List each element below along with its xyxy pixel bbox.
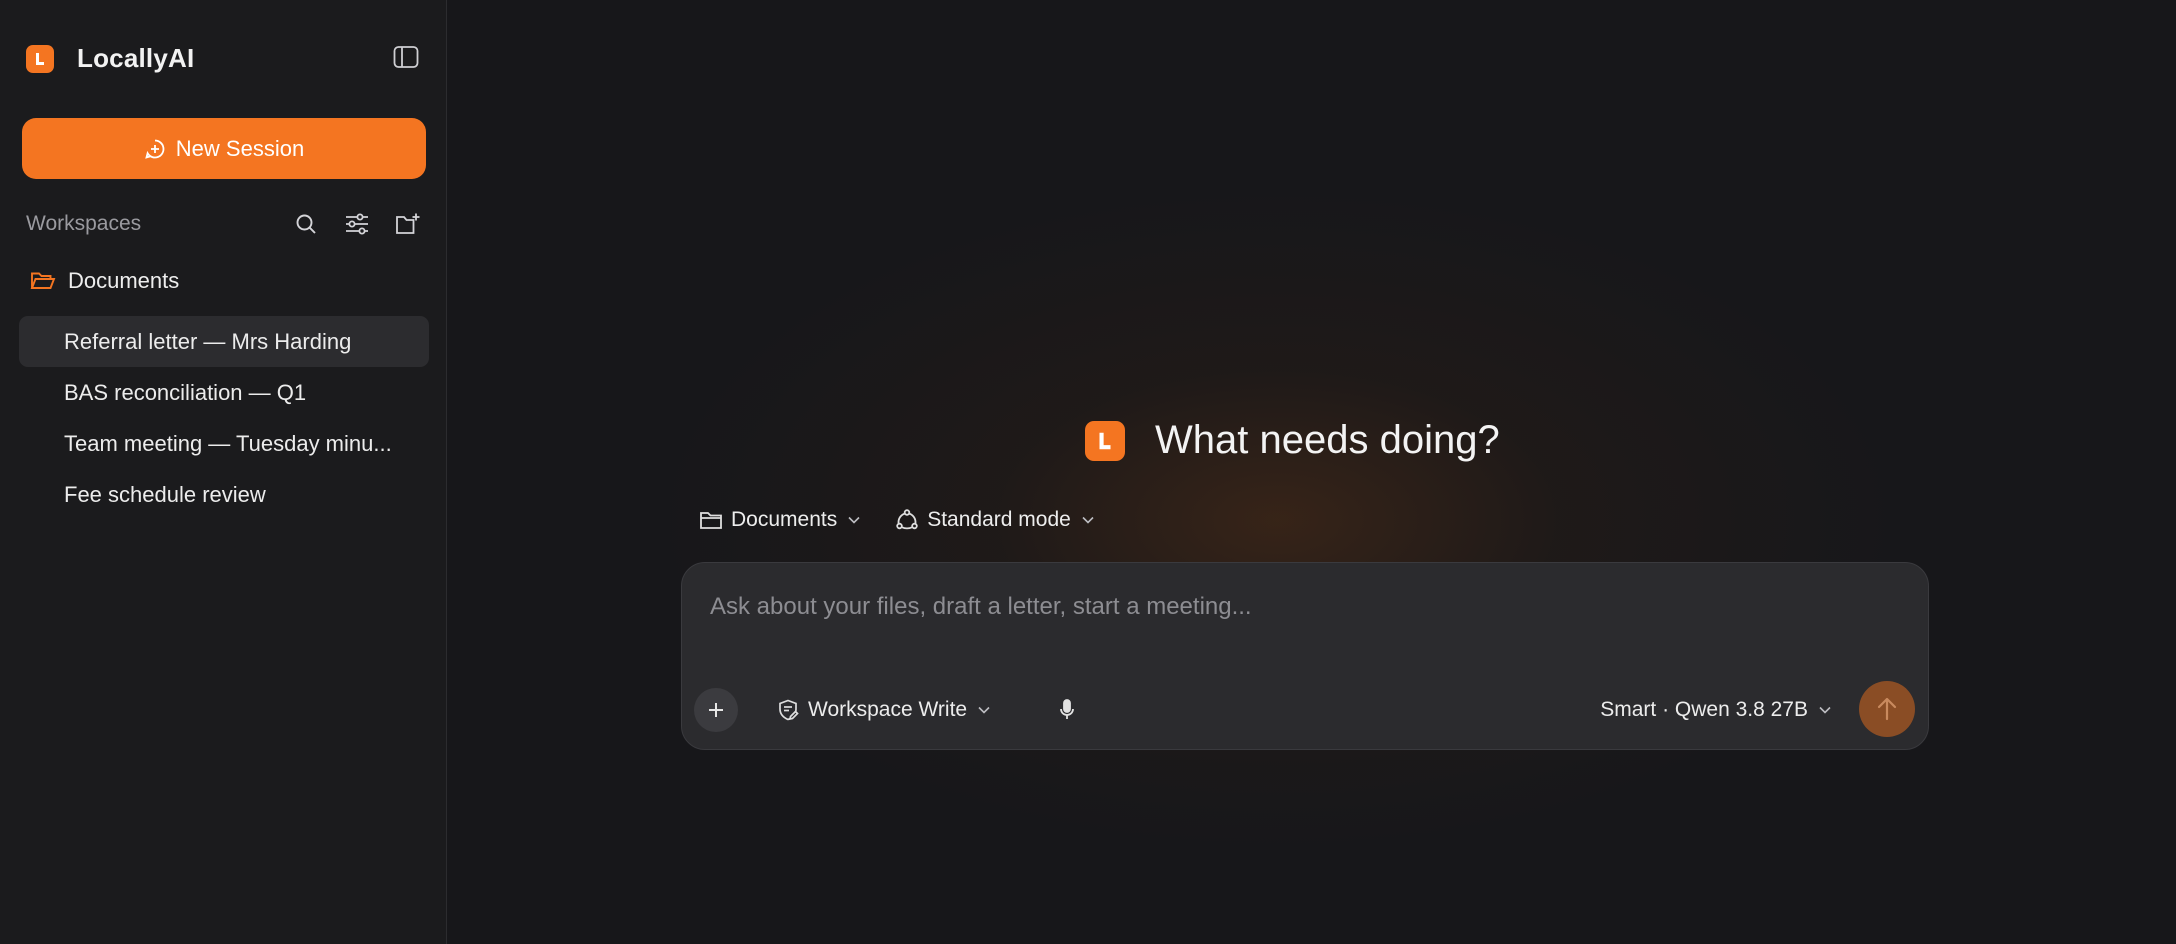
model-dropdown[interactable]: Smart · Qwen 3.8 27B bbox=[1600, 693, 1832, 727]
app-window: LocallyAI New Session Workspaces Documen… bbox=[0, 0, 2176, 944]
page-title: What needs doing? bbox=[1155, 418, 1500, 462]
brand: LocallyAI bbox=[26, 43, 194, 74]
app-logo-icon bbox=[1085, 420, 1125, 461]
permission-dropdown[interactable]: Workspace Write bbox=[776, 693, 991, 727]
chevron-down-icon bbox=[1082, 516, 1094, 524]
new-chat-icon bbox=[145, 139, 165, 159]
mode-cycle-icon bbox=[896, 509, 918, 530]
chevron-down-icon bbox=[848, 516, 860, 524]
search-icon[interactable] bbox=[288, 206, 324, 242]
permission-label: Workspace Write bbox=[808, 698, 968, 721]
session-item[interactable]: Fee schedule review bbox=[19, 469, 429, 520]
folder-icon bbox=[700, 512, 722, 529]
send-button[interactable] bbox=[1859, 681, 1915, 737]
model-label: Smart · Qwen 3.8 27B bbox=[1600, 698, 1808, 721]
arrow-up-icon bbox=[1877, 697, 1897, 721]
context-selectors: Documents Standard mode bbox=[699, 508, 1129, 532]
sidebar-toggle-icon[interactable] bbox=[392, 43, 420, 71]
sidebar: LocallyAI New Session Workspaces Documen… bbox=[0, 0, 447, 944]
session-list: Referral letter — Mrs Harding BAS reconc… bbox=[19, 316, 429, 520]
prompt-composer: Workspace Write Smart · Qwen 3.8 27B bbox=[681, 562, 1929, 750]
workspaces-label: Workspaces bbox=[26, 212, 142, 235]
new-folder-icon[interactable] bbox=[390, 206, 426, 242]
workspaces-header: Workspaces bbox=[26, 206, 426, 242]
chevron-down-icon bbox=[978, 706, 990, 714]
new-session-label: New Session bbox=[175, 135, 305, 161]
chevron-down-icon bbox=[1819, 706, 1831, 714]
workspace-dropdown-label: Documents bbox=[731, 508, 838, 531]
folder-open-icon bbox=[30, 272, 56, 289]
folder-label: Documents bbox=[68, 268, 180, 293]
microphone-icon[interactable] bbox=[1052, 695, 1082, 725]
prompt-input[interactable] bbox=[708, 589, 1898, 625]
new-session-button[interactable]: New Session bbox=[22, 118, 426, 179]
mode-dropdown[interactable]: Standard mode bbox=[895, 508, 1095, 532]
workspace-folder-documents[interactable]: Documents bbox=[30, 268, 179, 294]
session-item[interactable]: Team meeting — Tuesday minu... bbox=[19, 418, 429, 469]
filter-sliders-icon[interactable] bbox=[339, 206, 375, 242]
main-area: What needs doing? Documents Standard mod… bbox=[447, 0, 2176, 944]
hero: What needs doing? bbox=[1085, 418, 1500, 463]
shield-edit-icon bbox=[779, 699, 799, 721]
plus-icon bbox=[709, 703, 723, 717]
mode-dropdown-label: Standard mode bbox=[927, 508, 1071, 531]
session-item[interactable]: Referral letter — Mrs Harding bbox=[19, 316, 429, 367]
app-name: LocallyAI bbox=[77, 43, 195, 73]
app-logo-icon bbox=[26, 44, 54, 73]
workspace-dropdown[interactable]: Documents bbox=[699, 508, 861, 532]
session-item[interactable]: BAS reconciliation — Q1 bbox=[19, 367, 429, 418]
attach-button[interactable] bbox=[694, 688, 738, 732]
